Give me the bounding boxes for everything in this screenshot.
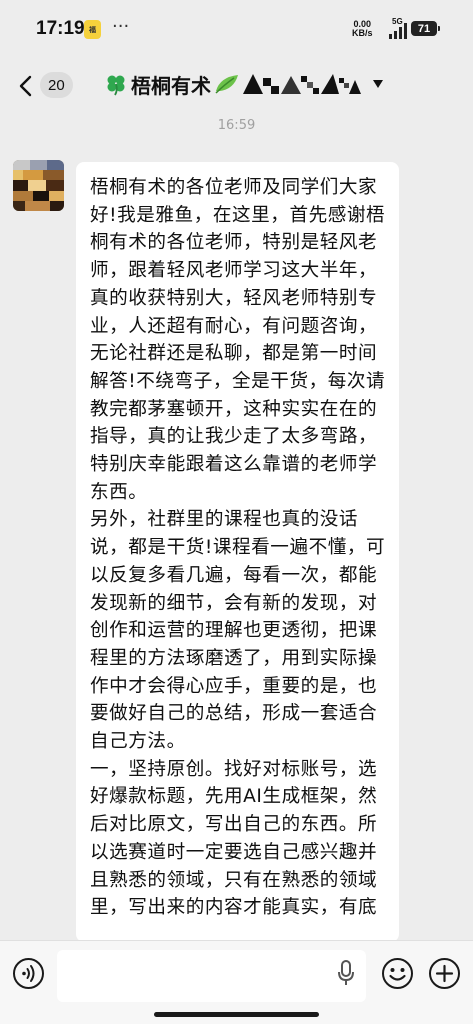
chat-title-text: 梧桐有术: [131, 73, 211, 98]
back-icon[interactable]: [16, 74, 36, 98]
chevron-down-icon[interactable]: [372, 78, 384, 90]
clover-icon: [107, 75, 125, 96]
network-speed: 0.00 KB/s: [352, 20, 373, 38]
message-input[interactable]: [57, 950, 366, 1002]
network-speed-unit: KB/s: [352, 28, 373, 38]
battery-indicator: 71: [411, 21, 440, 36]
leaf-icon: [215, 75, 238, 94]
voice-icon[interactable]: [12, 957, 45, 990]
emoji-icon[interactable]: [381, 957, 414, 990]
chat-title[interactable]: 梧桐有术: [104, 69, 384, 99]
signal-icon: [389, 23, 407, 39]
microphone-icon[interactable]: [337, 960, 355, 986]
message-paragraph: 一，坚持原创。找好对标账号，选好爆款标题，先用AI生成框架，然后对比原文，写出自…: [90, 758, 378, 919]
input-bar: [0, 940, 473, 1024]
notification-icon: 福: [84, 20, 101, 39]
message-timestamp: 16:59: [217, 118, 256, 133]
unread-count-badge[interactable]: 20: [40, 72, 73, 98]
message-bubble[interactable]: 梧桐有术的各位老师及同学们大家好!我是雅鱼，在这里，首先感谢梧桐有术的各位老师，…: [76, 162, 399, 942]
more-notifications-icon: ···: [112, 16, 130, 37]
status-bar: 17:19 福 ··· 0.00 KB/s 5G 71: [0, 0, 473, 56]
decorative-pattern-icon: [243, 74, 361, 94]
status-time: 17:19: [36, 18, 85, 39]
home-indicator: [154, 1012, 319, 1017]
avatar[interactable]: [13, 160, 64, 211]
message-paragraph: 另外，社群里的课程也真的没话说，都是干货!课程看一遍不懂，可以反复多看几遍，每看…: [90, 509, 386, 753]
chat-header: 20 梧桐有术: [0, 56, 473, 116]
message-paragraph: 梧桐有术的各位老师及同学们大家好!我是雅鱼，在这里，首先感谢梧桐有术的各位老师，…: [90, 177, 386, 503]
plus-icon[interactable]: [428, 957, 461, 990]
